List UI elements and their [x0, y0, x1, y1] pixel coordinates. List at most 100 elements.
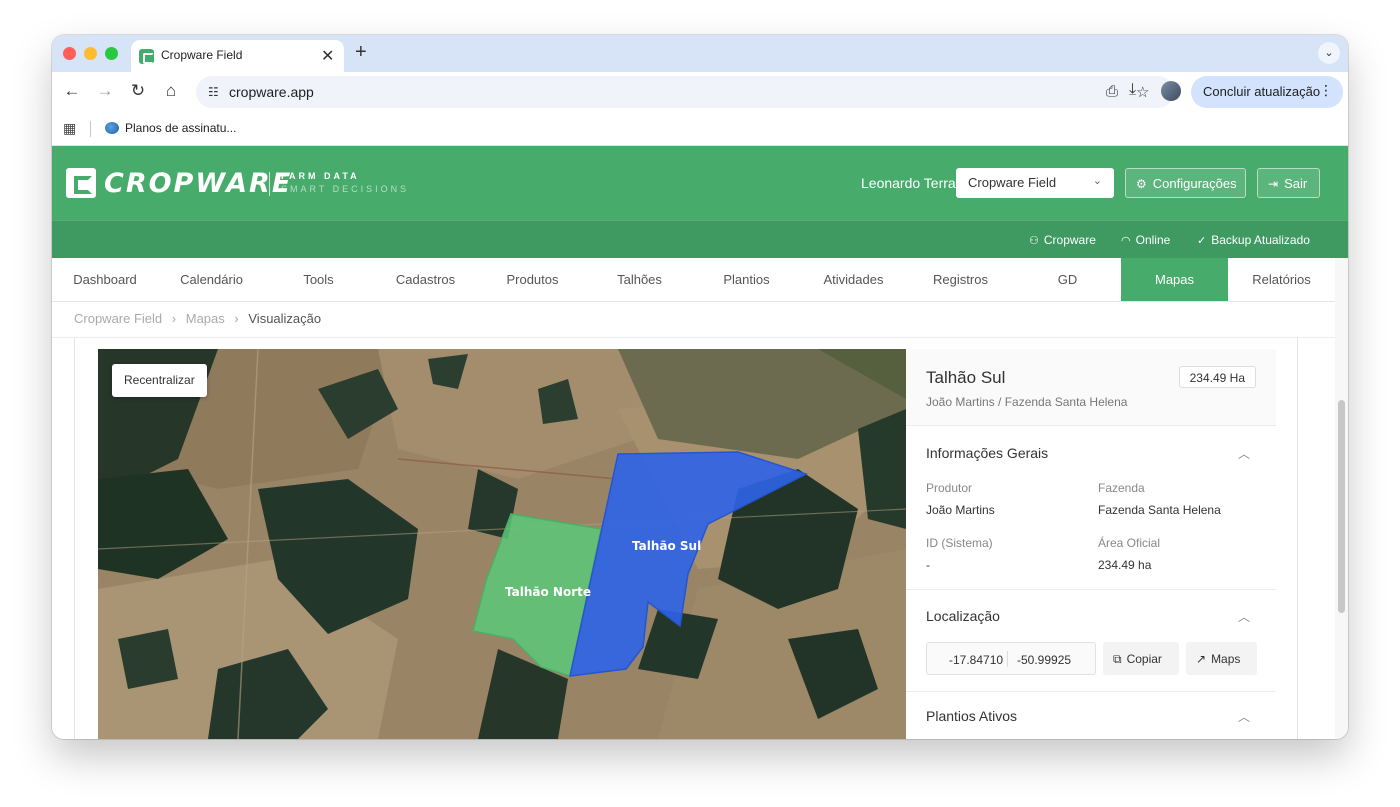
nav-item-gd[interactable]: GD — [1014, 258, 1121, 301]
main-nav: Dashboard Calendário Tools Cadastros Pro… — [52, 258, 1335, 302]
site-settings-icon[interactable]: ☷ — [208, 85, 219, 99]
coordinate-divider — [1007, 651, 1008, 667]
tagline-secondary: SMART DECISIONS — [281, 184, 410, 194]
check-circle-icon: ✓ — [1197, 235, 1207, 247]
field-label-talhao-norte: Talhão Norte — [505, 585, 591, 599]
copy-coordinates-button[interactable]: ⧉ Copiar — [1103, 642, 1179, 675]
tab-title: Cropware Field — [161, 48, 243, 62]
url-text[interactable]: cropware.app — [229, 84, 314, 100]
nav-item-cadastros[interactable]: Cadastros — [372, 258, 479, 301]
page-scrollbar[interactable] — [1335, 258, 1348, 739]
close-window-button[interactable] — [63, 47, 76, 60]
section-title-general-info[interactable]: Informações Gerais — [926, 445, 1048, 461]
farm-value: Fazenda Santa Helena — [1098, 503, 1221, 517]
home-icon[interactable]: ⌂ — [160, 81, 182, 101]
tab-search-chevron-icon[interactable]: ⌄ — [1318, 42, 1340, 64]
content-area: Talhão Norte Talhão Sul Recentralizar Ta… — [52, 338, 1335, 739]
app-select[interactable]: Cropware Field ⌄ — [956, 168, 1114, 198]
nav-item-relatorios[interactable]: Relatórios — [1228, 258, 1335, 301]
address-bar[interactable]: ☷ cropware.app ⎙ ☆ — [196, 76, 1174, 108]
system-id-value: - — [926, 558, 930, 572]
area-badge: 234.49 Ha — [1178, 366, 1256, 388]
browser-toolbar: ← → ↻ ⌂ ☷ cropware.app ⎙ ☆ ⤓ Concluir at… — [52, 72, 1348, 112]
breadcrumb-item-mapas[interactable]: Mapas — [186, 311, 225, 326]
map-canvas[interactable]: Talhão Norte Talhão Sul — [98, 349, 906, 739]
external-link-icon: ↗ — [1196, 652, 1207, 666]
nav-item-atividades[interactable]: Atividades — [800, 258, 907, 301]
nav-item-tools[interactable]: Tools — [265, 258, 372, 301]
logo-divider — [269, 172, 270, 196]
download-icon[interactable]: ⤓ — [1129, 81, 1136, 99]
copy-icon: ⧉ — [1113, 652, 1122, 666]
menu-dots-icon[interactable]: ⋮ — [1319, 82, 1333, 99]
section-title-location[interactable]: Localização — [926, 608, 1000, 624]
chevron-up-icon[interactable]: ︿ — [1238, 608, 1250, 625]
new-tab-icon[interactable]: + — [355, 41, 367, 64]
satellite-map[interactable]: Talhão Norte Talhão Sul Recentralizar — [98, 349, 906, 739]
status-connection: ◠ Online — [1121, 233, 1170, 247]
chevron-up-icon[interactable]: ︿ — [1238, 445, 1250, 462]
profile-avatar[interactable] — [1161, 81, 1181, 101]
forward-arrow-icon[interactable]: → — [94, 81, 116, 101]
user-name: Leonardo Terra — [861, 175, 956, 191]
scrollbar-thumb[interactable] — [1338, 400, 1345, 613]
status-backup-label: Backup Atualizado — [1211, 233, 1310, 247]
open-maps-button[interactable]: ↗ Maps — [1186, 642, 1257, 675]
official-area-label: Área Oficial — [1098, 536, 1161, 550]
breadcrumb-current: Visualização — [248, 311, 322, 326]
install-app-icon[interactable]: ⎙ — [1106, 83, 1118, 100]
gear-icon: ⚙ — [1136, 177, 1147, 191]
nav-item-registros[interactable]: Registros — [907, 258, 1014, 301]
status-org: ⚇ Cropware — [1029, 233, 1096, 247]
logo-text: CROPWARE — [104, 168, 293, 199]
update-button-label: Concluir atualização — [1203, 84, 1321, 99]
longitude-value: -50.99925 — [1017, 653, 1072, 667]
logout-button-label: Sair — [1284, 176, 1308, 191]
official-area-value: 234.49 ha — [1098, 558, 1152, 572]
browser-tab[interactable]: Cropware Field ✕ — [131, 40, 344, 72]
breadcrumb-item-cropware-field[interactable]: Cropware Field — [74, 311, 162, 326]
browser-window: Cropware Field ✕ + ⌄ ← → ↻ ⌂ ☷ cropware.… — [52, 35, 1348, 739]
maximize-window-button[interactable] — [105, 47, 118, 60]
cropware-favicon-icon — [139, 49, 154, 64]
chevron-down-icon: ⌄ — [1092, 175, 1102, 187]
latitude-value: -17.84710 — [949, 653, 1004, 667]
system-id-label: ID (Sistema) — [926, 536, 993, 550]
bookmarks-bar: ▦ Planos de assinatu... — [52, 112, 1348, 146]
settings-button[interactable]: ⚙ Configurações — [1125, 168, 1246, 198]
maps-button-label: Maps — [1211, 652, 1241, 666]
field-title: Talhão Sul — [926, 368, 1006, 387]
bookmark-star-icon[interactable]: ☆ — [1136, 83, 1149, 101]
tab-strip: Cropware Field ✕ + ⌄ — [52, 35, 1348, 72]
back-arrow-icon[interactable]: ← — [61, 81, 83, 101]
reload-icon[interactable]: ↻ — [127, 81, 149, 101]
nav-item-produtos[interactable]: Produtos — [479, 258, 586, 301]
logout-icon: ⇥ — [1268, 177, 1279, 191]
producer-value: João Martins — [926, 503, 995, 517]
field-detail-panel: Talhão Sul 234.49 Ha João Martins / Faze… — [906, 349, 1276, 739]
chevron-up-icon[interactable]: ︿ — [1238, 708, 1250, 725]
apps-grid-icon[interactable]: ▦ — [63, 120, 76, 137]
bookmark-link[interactable]: Planos de assinatu... — [125, 121, 236, 135]
tagline-primary: FARM DATA — [281, 171, 360, 181]
section-divider — [906, 691, 1276, 692]
status-connection-label: Online — [1135, 233, 1171, 247]
status-bar: ⚇ Cropware ◠ Online ✓ Backup Atualizado — [52, 220, 1348, 258]
minimize-window-button[interactable] — [84, 47, 97, 60]
nav-item-mapas[interactable]: Mapas — [1121, 258, 1228, 301]
app-header: CROPWARE FARM DATA SMART DECISIONS Leona… — [52, 146, 1348, 220]
app-select-value: Cropware Field — [968, 175, 1057, 190]
logout-button[interactable]: ⇥ Sair — [1257, 168, 1320, 198]
update-button[interactable]: Concluir atualização ⋮ — [1191, 76, 1343, 108]
nav-item-dashboard[interactable]: Dashboard — [52, 258, 158, 301]
recenter-button[interactable]: Recentralizar — [112, 364, 207, 397]
farm-label: Fazenda — [1098, 481, 1145, 495]
section-title-active-plantings[interactable]: Plantios Ativos — [926, 708, 1017, 724]
nav-item-talhoes[interactable]: Talhões — [586, 258, 693, 301]
coordinates-field[interactable]: -17.84710 -50.99925 — [926, 642, 1096, 675]
settings-button-label: Configurações — [1152, 176, 1237, 191]
nav-item-calendario[interactable]: Calendário — [158, 258, 265, 301]
producer-label: Produtor — [926, 481, 973, 495]
nav-item-plantios[interactable]: Plantios — [693, 258, 800, 301]
close-tab-icon[interactable]: ✕ — [321, 46, 334, 66]
